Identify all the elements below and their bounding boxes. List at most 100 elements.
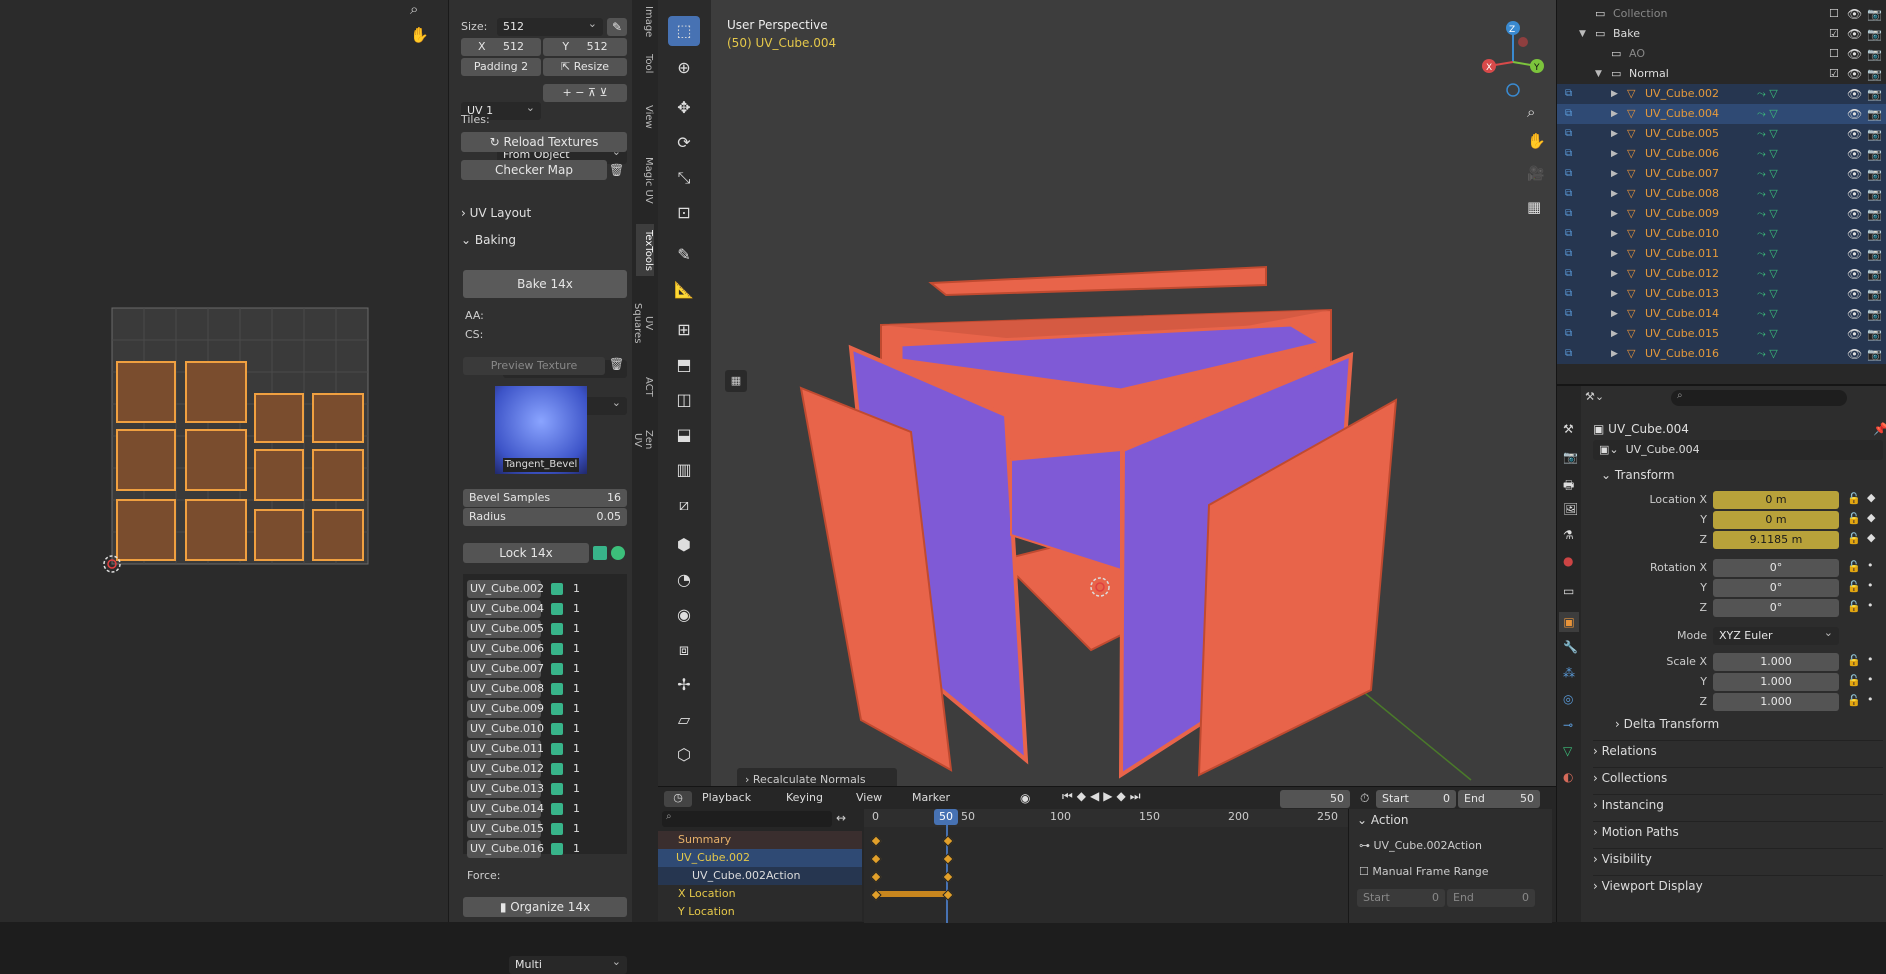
radius-field[interactable]: Radius 0.05 [463, 508, 627, 526]
loop-cut-icon[interactable]: ▥ [668, 455, 700, 485]
trash-icon[interactable]: 🗑 [609, 160, 627, 180]
expand-icon[interactable]: ▶ [1611, 284, 1618, 304]
bevel-samples-field[interactable]: Bevel Samples 16 [463, 489, 627, 507]
camera-render-icon[interactable]: 📷 [1867, 344, 1882, 364]
camera-render-icon[interactable]: 📷 [1867, 304, 1882, 324]
edit-mode-icon[interactable]: ⧉ [1565, 324, 1572, 344]
search-icon[interactable]: ⌕ [410, 0, 418, 18]
tab-textools[interactable]: TexTools [636, 224, 654, 276]
outliner-row[interactable]: ⧉ ▶ ▽ UV_Cube.005 ⤳ ▽ 👁 📷 [1557, 124, 1886, 144]
inset-icon[interactable]: ◫ [668, 385, 700, 415]
object-list-name[interactable]: UV_Cube.014 [467, 800, 544, 818]
edit-mode-icon[interactable]: ⧉ [1565, 304, 1572, 324]
channel-row[interactable]: Summary [658, 831, 862, 849]
action-name[interactable]: ⊶ UV_Cube.002Action [1359, 839, 1482, 852]
outliner-row[interactable]: ⧉ ▶ ▽ UV_Cube.011 ⤳ ▽ 👁 📷 [1557, 244, 1886, 264]
keyframe-icon[interactable]: • [1867, 599, 1874, 612]
edit-mode-icon[interactable]: ⧉ [1565, 104, 1572, 124]
edit-mode-icon[interactable]: ⧉ [1565, 84, 1572, 104]
current-frame-field[interactable]: 50 [1280, 790, 1350, 808]
object-list-name[interactable]: UV_Cube.002 [467, 580, 544, 598]
channel-row[interactable]: UV_Cube.002 [658, 849, 862, 867]
outliner-row[interactable]: ▼ ▭ Normal ☑ 👁 📷 [1557, 64, 1886, 84]
location-y-field-value[interactable]: 0 m [1713, 511, 1839, 529]
action-panel-header[interactable]: ⌄ Action [1357, 813, 1408, 827]
mesh-icon[interactable] [593, 546, 607, 560]
camera-render-icon[interactable]: 📷 [1867, 184, 1882, 204]
menu-marker[interactable]: Marker [912, 791, 950, 804]
operator-panel[interactable]: › Recalculate Normals [737, 768, 897, 786]
outliner-row[interactable]: ▭ Collection ☐ 👁 📷 [1557, 4, 1886, 24]
uv-grid[interactable] [100, 300, 380, 580]
outliner-row[interactable]: ⧉ ▶ ▽ UV_Cube.004 ⤳ ▽ 👁 📷 [1557, 104, 1886, 124]
uv-map-buttons[interactable]: + − ⊼ ⊻ [543, 84, 627, 102]
camera-render-icon[interactable]: 📷 [1867, 4, 1882, 24]
camera-render-icon[interactable]: 📷 [1867, 24, 1882, 44]
camera-render-icon[interactable]: 📷 [1867, 104, 1882, 124]
edit-mode-icon[interactable]: ⧉ [1565, 284, 1572, 304]
annotate-icon[interactable]: ✎ [668, 240, 700, 270]
scale-icon[interactable]: ⤡ [668, 163, 700, 193]
manual-frame-range-checkbox[interactable]: ☐ Manual Frame Range [1359, 865, 1488, 878]
add-cube-icon[interactable]: ⊞ [668, 315, 700, 345]
cursor-icon[interactable]: ⊕ [668, 53, 700, 83]
knife-icon[interactable]: ⧄ [668, 490, 700, 520]
rotation-y-field-value[interactable]: 0° [1713, 579, 1839, 597]
lock-icon[interactable]: 🔓 [1847, 492, 1861, 505]
expand-icon[interactable]: ▶ [1611, 304, 1618, 324]
lock-icon[interactable]: 🔓 [1847, 512, 1861, 525]
baking-panel-header[interactable]: ⌄ Baking [461, 233, 516, 247]
eye-icon[interactable]: 👁 [1847, 304, 1862, 324]
expand-icon[interactable]: ▶ [1611, 264, 1618, 284]
preview-texture-button[interactable]: Preview Texture [463, 357, 605, 375]
camera-render-icon[interactable]: 📷 [1867, 224, 1882, 244]
lock-icon[interactable]: 🔓 [1847, 694, 1861, 707]
menu-view[interactable]: View [856, 791, 882, 804]
smooth-icon[interactable]: ◉ [668, 600, 700, 630]
outliner-row[interactable]: ⧉ ▶ ▽ UV_Cube.016 ⤳ ▽ 👁 📷 [1557, 344, 1886, 364]
lock-icon[interactable]: 🔓 [1847, 560, 1861, 573]
rotation-x-field-value[interactable]: 0° [1713, 559, 1839, 577]
playhead[interactable] [946, 809, 948, 923]
select-box-icon[interactable]: ⬚ [668, 16, 700, 46]
reload-textures-button[interactable]: ↻ Reload Textures [461, 132, 627, 152]
transform-icon[interactable]: ⊡ [668, 198, 700, 228]
editor-type-icon[interactable]: ◷ [664, 791, 692, 807]
keyframe-icon[interactable]: • [1867, 653, 1874, 666]
keyframe-icon[interactable]: ◆ [1867, 511, 1875, 524]
extrude-icon[interactable]: ⬒ [668, 350, 700, 380]
rotation-mode-select[interactable]: XYZ Euler [1713, 624, 1839, 645]
scale-z-field-value[interactable]: 1.000 [1713, 693, 1839, 711]
playback-controls[interactable]: ⏮◆◀▶◆⏭ [1062, 789, 1145, 804]
eye-icon[interactable]: 👁 [1847, 244, 1862, 264]
outliner-row[interactable]: ⧉ ▶ ▽ UV_Cube.009 ⤳ ▽ 👁 📷 [1557, 204, 1886, 224]
camera-icon[interactable]: 🎥 [1527, 166, 1544, 182]
tab-act[interactable]: ACT [636, 370, 654, 404]
lock-icon[interactable]: 🔓 [1847, 580, 1861, 593]
uv-editor[interactable]: ⌕ ✋ [0, 0, 448, 922]
section-instancing[interactable]: › Instancing [1593, 794, 1883, 815]
eye-icon[interactable]: 👁 [1847, 104, 1862, 124]
playhead-frame-label[interactable]: 50 [934, 809, 958, 825]
lock-icon[interactable]: 🔓 [1847, 532, 1861, 545]
object-list-name[interactable]: UV_Cube.015 [467, 820, 544, 838]
edit-mode-icon[interactable]: ⧉ [1565, 224, 1572, 244]
eye-icon[interactable]: 👁 [1847, 204, 1862, 224]
stopwatch-icon[interactable]: ⏱ [1360, 791, 1369, 806]
object-list-name[interactable]: UV_Cube.009 [467, 700, 544, 718]
camera-render-icon[interactable]: 📷 [1867, 324, 1882, 344]
eye-icon[interactable]: 👁 [1847, 164, 1862, 184]
edit-mode-icon[interactable]: ⧉ [1565, 164, 1572, 184]
expand-icon[interactable]: ▼ [1579, 24, 1586, 44]
edit-mode-icon[interactable]: ⧉ [1565, 204, 1572, 224]
size-x-field[interactable]: X 512 [461, 38, 541, 56]
camera-render-icon[interactable]: 📷 [1867, 284, 1882, 304]
rotation-z-field-value[interactable]: 0° [1713, 599, 1839, 617]
rotate-icon[interactable]: ⟳ [668, 128, 700, 158]
outliner-row[interactable]: ⧉ ▶ ▽ UV_Cube.002 ⤳ ▽ 👁 📷 [1557, 84, 1886, 104]
navigation-gizmo[interactable]: Z Y X [1477, 18, 1549, 98]
checker-map-button[interactable]: Checker Map [461, 160, 607, 180]
camera-render-icon[interactable]: 📷 [1867, 244, 1882, 264]
start-frame-field[interactable]: Start 0 [1376, 790, 1456, 808]
expand-icon[interactable]: ▼ [1595, 64, 1602, 84]
